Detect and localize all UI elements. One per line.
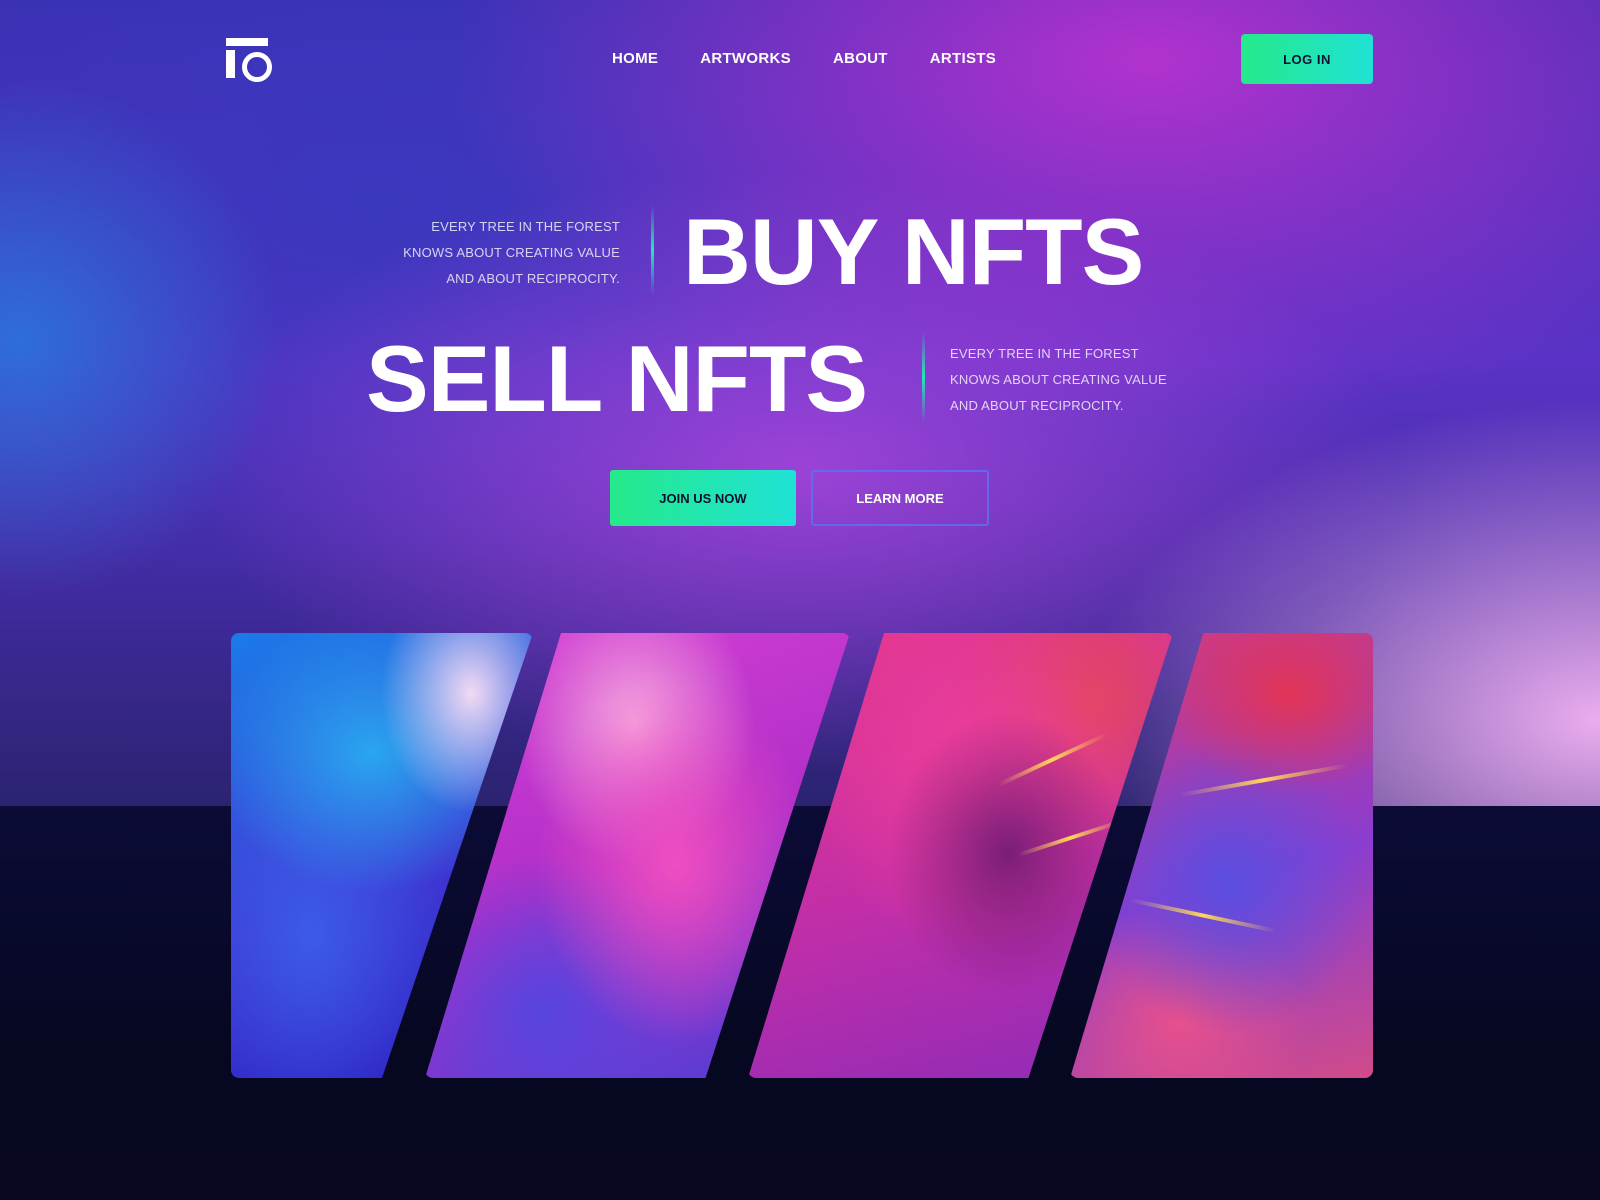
tagline-line: EVERY TREE IN THE FOREST (431, 219, 620, 234)
main-nav: HOME ARTWORKS ABOUT ARTISTS (612, 50, 996, 67)
nav-about[interactable]: ABOUT (833, 50, 888, 67)
login-button[interactable]: LOG IN (1241, 34, 1373, 84)
logo-icon[interactable] (226, 38, 272, 82)
nav-artworks[interactable]: ARTWORKS (700, 50, 791, 67)
light-streak (1179, 763, 1348, 797)
nav-artists[interactable]: ARTISTS (930, 50, 996, 67)
tagline-line: KNOWS ABOUT CREATING VALUE (403, 245, 620, 260)
tagline-line: KNOWS ABOUT CREATING VALUE (950, 372, 1167, 387)
nav-home[interactable]: HOME (612, 50, 658, 67)
headline-buy: BUY NFTS (683, 199, 1144, 304)
tagline-line: EVERY TREE IN THE FOREST (950, 346, 1139, 361)
learn-more-button[interactable]: LEARN MORE (811, 470, 989, 526)
accent-divider (922, 332, 925, 422)
accent-divider (651, 205, 654, 295)
join-us-button[interactable]: JOIN US NOW (610, 470, 796, 526)
light-streak (997, 732, 1108, 787)
hero-tagline-bottom: EVERY TREE IN THE FOREST KNOWS ABOUT CRE… (950, 341, 1230, 419)
light-streak (1129, 898, 1278, 934)
tagline-line: AND ABOUT RECIPROCITY. (446, 271, 620, 286)
tagline-line: AND ABOUT RECIPROCITY. (950, 398, 1124, 413)
hero-tagline-top: EVERY TREE IN THE FOREST KNOWS ABOUT CRE… (340, 214, 620, 292)
headline-sell: SELL NFTS (366, 326, 868, 431)
